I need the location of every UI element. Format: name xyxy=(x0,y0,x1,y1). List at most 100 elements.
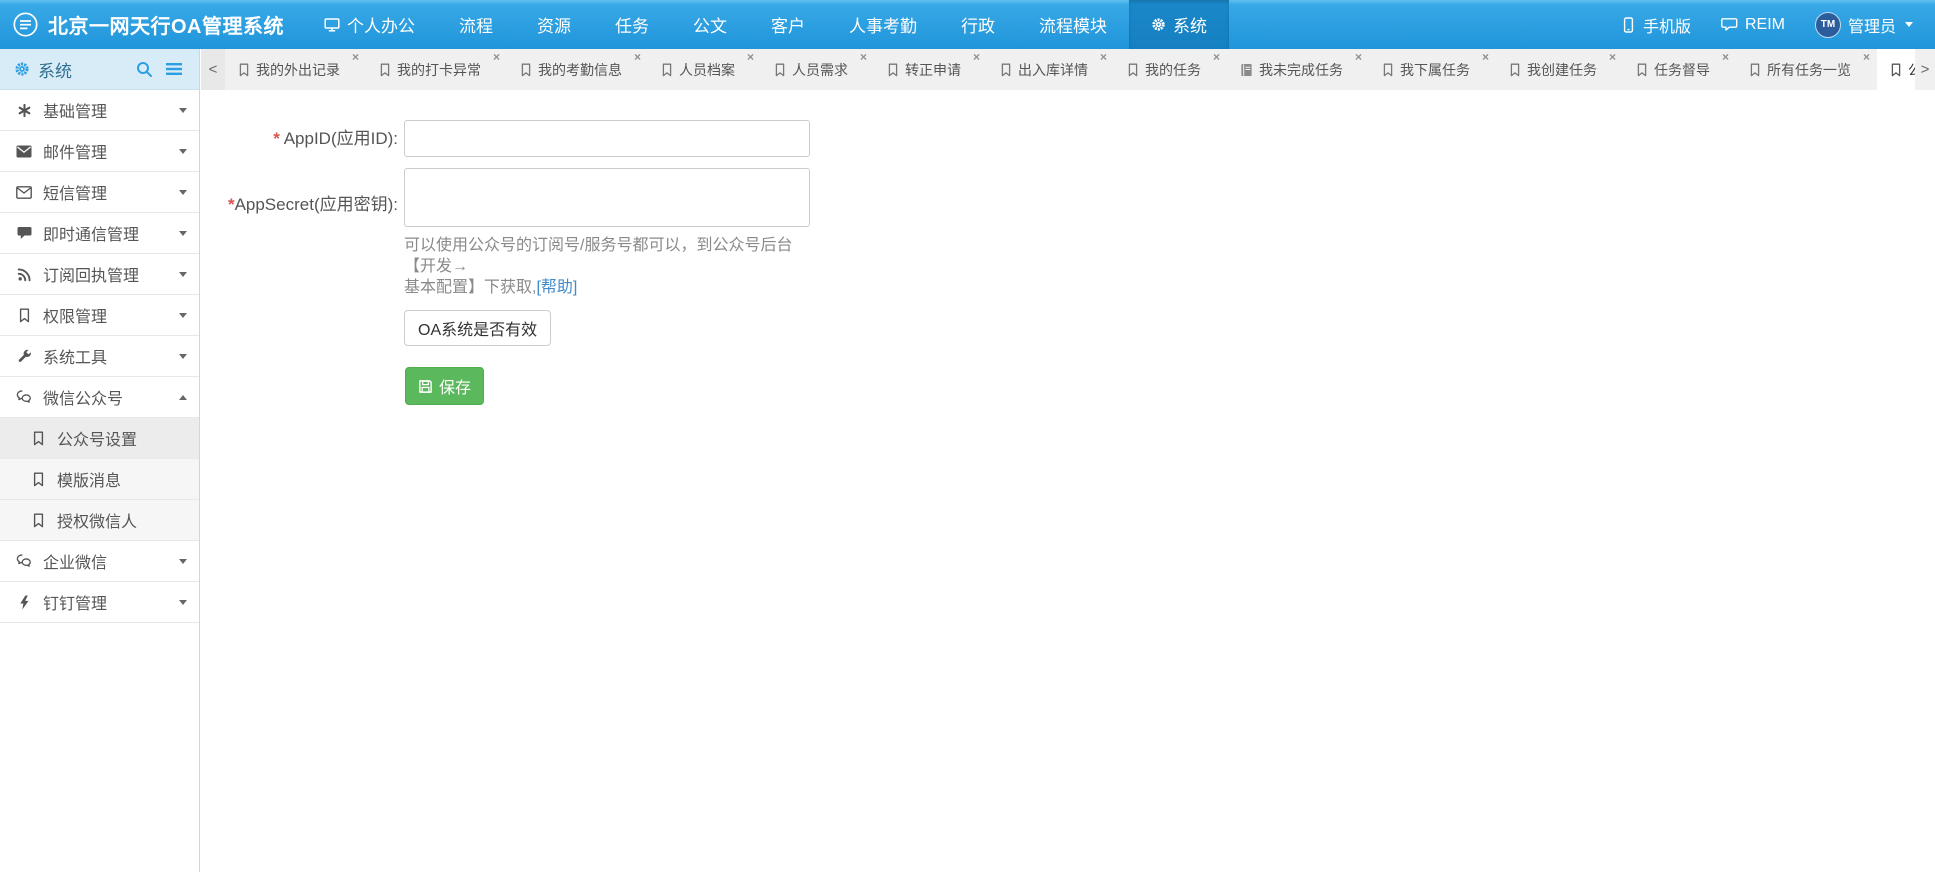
close-icon[interactable]: × xyxy=(973,50,980,64)
bookmark-icon xyxy=(1509,63,1521,77)
sidebar-item-authorized-wechat-users[interactable]: 授权微信人 xyxy=(0,500,199,541)
rss-icon xyxy=(15,267,33,282)
help-line-1: 可以使用公众号的订阅号/服务号都可以，到公众号后台【开发→ xyxy=(404,237,792,275)
oa-validity-button[interactable]: OA系统是否有效 xyxy=(404,310,551,346)
nav-item-hr-attendance[interactable]: 人事考勤 xyxy=(827,0,939,49)
nav-item-administration[interactable]: 行政 xyxy=(939,0,1017,49)
appid-input[interactable] xyxy=(404,120,810,157)
bookmark-icon xyxy=(1890,63,1902,77)
tab-personnel-requirements[interactable]: 人员需求 × xyxy=(761,49,874,90)
bookmark-icon xyxy=(1000,63,1012,77)
sidebar-item-label: 模版消息 xyxy=(57,467,121,491)
tab-my-unfinished-tasks[interactable]: 我未完成任务 × xyxy=(1227,49,1369,90)
close-icon[interactable]: × xyxy=(1100,50,1107,64)
tab-label: 所有任务一览 xyxy=(1767,60,1851,80)
nav-item-label: 客户 xyxy=(771,12,805,37)
user-name-label: 管理员 xyxy=(1848,13,1896,37)
chat-bubble-icon xyxy=(15,226,33,240)
bookmark-icon xyxy=(15,308,33,323)
nav-item-workflow-modules[interactable]: 流程模块 xyxy=(1017,0,1129,49)
user-menu[interactable]: TM 管理员 xyxy=(1815,12,1913,38)
nav-item-personal-office[interactable]: 个人办公 xyxy=(302,0,437,49)
tab-label: 人员档案 xyxy=(679,60,735,80)
sidebar-item-enterprise-wechat[interactable]: 企业微信 xyxy=(0,541,199,582)
bookmark-icon xyxy=(774,63,786,77)
mobile-version-button[interactable]: 手机版 xyxy=(1621,13,1691,37)
app-title: 北京一网天行OA管理系统 xyxy=(48,10,284,39)
nav-item-label: 人事考勤 xyxy=(849,12,917,37)
nav-item-documents[interactable]: 公文 xyxy=(671,0,749,49)
sidebar-item-sms-management[interactable]: 短信管理 xyxy=(0,172,199,213)
sidebar-item-subscription-receipt[interactable]: 订阅回执管理 xyxy=(0,254,199,295)
tab-strip: 我的外出记录 × 我的打卡异常 × 我的考勤信息 × 人员档案 × 人员需求 ×… xyxy=(225,49,1935,90)
sidebar-item-wechat-official-account[interactable]: 微信公众号 xyxy=(0,377,199,418)
bookmark-icon xyxy=(379,63,391,77)
close-icon[interactable]: × xyxy=(1355,50,1362,64)
close-icon[interactable]: × xyxy=(1482,50,1489,64)
phone-icon xyxy=(1621,17,1636,33)
book-icon xyxy=(1240,63,1253,77)
chevron-down-icon xyxy=(1905,22,1913,27)
tab-my-tasks[interactable]: 我的任务 × xyxy=(1114,49,1227,90)
tab-all-tasks-overview[interactable]: 所有任务一览 × xyxy=(1736,49,1877,90)
appsecret-label-text: AppSecret(应用密钥): xyxy=(235,195,398,214)
tab-my-created-tasks[interactable]: 我创建任务 × xyxy=(1496,49,1623,90)
bookmark-icon xyxy=(520,63,532,77)
nav-item-label: 个人办公 xyxy=(347,12,415,37)
tab-bar: < 我的外出记录 × 我的打卡异常 × 我的考勤信息 × 人员档案 × 人员需求… xyxy=(201,49,1935,90)
tab-scroll-left-button[interactable]: < xyxy=(201,49,225,90)
tab-regularization-application[interactable]: 转正申请 × xyxy=(874,49,987,90)
close-icon[interactable]: × xyxy=(1863,50,1870,64)
sidebar-title: 系统 xyxy=(38,57,72,82)
sidebar-item-permission-management[interactable]: 权限管理 xyxy=(0,295,199,336)
close-icon[interactable]: × xyxy=(860,50,867,64)
sidebar-item-label: 系统工具 xyxy=(43,344,107,368)
save-button[interactable]: 保存 xyxy=(405,367,484,405)
tab-my-outing-records[interactable]: 我的外出记录 × xyxy=(225,49,366,90)
tab-my-punch-anomaly[interactable]: 我的打卡异常 × xyxy=(366,49,507,90)
tab-inventory-details[interactable]: 出入库详情 × xyxy=(987,49,1114,90)
sidebar-item-system-tools[interactable]: 系统工具 xyxy=(0,336,199,377)
sidebar-item-dingtalk-management[interactable]: 钉钉管理 xyxy=(0,582,199,623)
close-icon[interactable]: × xyxy=(747,50,754,64)
tab-label: 人员需求 xyxy=(792,60,848,80)
tab-label: 我创建任务 xyxy=(1527,60,1597,80)
sidebar-item-instant-messaging[interactable]: 即时通信管理 xyxy=(0,213,199,254)
nav-item-label: 行政 xyxy=(961,12,995,37)
close-icon[interactable]: × xyxy=(1609,50,1616,64)
bookmark-icon xyxy=(887,63,899,77)
nav-item-resources[interactable]: 资源 xyxy=(515,0,593,49)
nav-item-label: 系统 xyxy=(1173,12,1207,37)
nav-item-workflow[interactable]: 流程 xyxy=(437,0,515,49)
bookmark-icon xyxy=(1382,63,1394,77)
nav-item-system[interactable]: 系统 xyxy=(1129,0,1229,49)
close-icon[interactable]: × xyxy=(1722,50,1729,64)
tab-personnel-files[interactable]: 人员档案 × xyxy=(648,49,761,90)
nav-item-tasks[interactable]: 任务 xyxy=(593,0,671,49)
tab-label: 转正申请 xyxy=(905,60,961,80)
chevron-down-icon xyxy=(179,559,187,564)
chevron-down-icon xyxy=(179,149,187,154)
reim-button[interactable]: REIM xyxy=(1721,16,1785,34)
menu-icon[interactable] xyxy=(163,58,185,80)
sidebar-item-mail-management[interactable]: 邮件管理 xyxy=(0,131,199,172)
tab-task-supervision[interactable]: 任务督导 × xyxy=(1623,49,1736,90)
appsecret-textarea[interactable] xyxy=(404,168,810,227)
close-icon[interactable]: × xyxy=(634,50,641,64)
sidebar-item-template-messages[interactable]: 模版消息 xyxy=(0,459,199,500)
bookmark-icon xyxy=(1636,63,1648,77)
close-icon[interactable]: × xyxy=(352,50,359,64)
brand: 北京一网天行OA管理系统 xyxy=(12,10,284,39)
sidebar-item-basic-management[interactable]: 基础管理 xyxy=(0,90,199,131)
help-link[interactable]: [帮助] xyxy=(536,279,577,296)
nav-item-customers[interactable]: 客户 xyxy=(749,0,827,49)
tab-my-attendance-info[interactable]: 我的考勤信息 × xyxy=(507,49,648,90)
search-icon[interactable] xyxy=(133,58,155,80)
tab-scroll-right-button[interactable]: > xyxy=(1915,49,1935,90)
close-icon[interactable]: × xyxy=(1213,50,1220,64)
sidebar-item-official-account-settings[interactable]: 公众号设置 xyxy=(0,418,199,459)
sidebar-header: 系统 xyxy=(0,49,199,90)
bookmark-icon xyxy=(1749,63,1761,77)
tab-my-subordinate-tasks[interactable]: 我下属任务 × xyxy=(1369,49,1496,90)
close-icon[interactable]: × xyxy=(493,50,500,64)
